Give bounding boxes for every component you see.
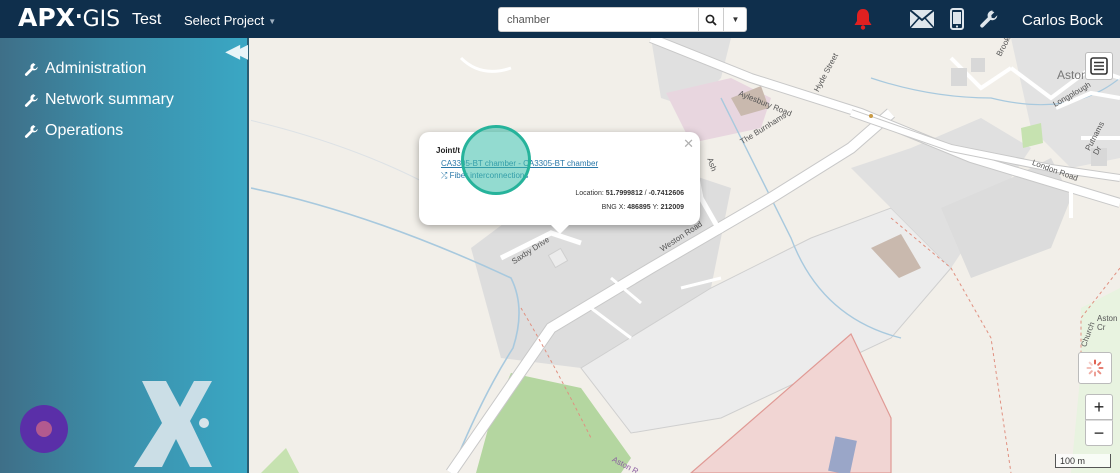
search-icon	[705, 14, 717, 26]
logo-text-gis: GIS	[82, 7, 121, 32]
feature-popup: ✕ Joint/t CA3305-BT chamber - CA3305-BT …	[419, 132, 700, 234]
double-chevron-left-icon: ◀◀	[226, 41, 248, 61]
shuffle-icon: ⤮	[441, 171, 448, 180]
bell-icon	[854, 9, 872, 30]
loading-spinner	[1078, 352, 1112, 384]
sidebar: ◀◀ Administration Network summary Operat…	[0, 38, 249, 473]
logo-dot: ·	[74, 4, 83, 28]
popup-title: Joint/t	[436, 146, 460, 155]
wrench-icon	[24, 124, 38, 138]
search-box: ▼	[498, 7, 747, 32]
mobile-button[interactable]	[948, 7, 966, 31]
layers-list-icon	[1090, 57, 1108, 75]
sidebar-item-label: Operations	[45, 122, 124, 139]
layers-button[interactable]	[1085, 52, 1113, 80]
sidebar-item-administration[interactable]: Administration	[24, 60, 146, 78]
location-readout: Location: 51.7999812 / -0.7412606	[575, 190, 684, 197]
search-button[interactable]	[698, 8, 723, 31]
sidebar-item-operations[interactable]: Operations	[24, 122, 123, 140]
select-project-label: Select Project	[184, 13, 265, 28]
wrench-icon	[24, 62, 38, 76]
close-icon: ✕	[683, 136, 694, 151]
settings-button[interactable]	[978, 7, 1000, 31]
mobile-phone-icon	[950, 8, 964, 30]
top-navbar: APX·GIS Test Select Project▼ ▼ Carlos Bo…	[0, 0, 1120, 38]
sidebar-item-label: Network summary	[45, 91, 174, 108]
zoom-out-button[interactable]: −	[1085, 420, 1113, 446]
spinner-icon	[1086, 359, 1104, 377]
latitude-value: 51.7999812	[605, 190, 643, 197]
alerts-button[interactable]	[850, 7, 876, 31]
bng-y-label: Y:	[652, 204, 659, 211]
logo-text: APX	[18, 3, 75, 32]
messages-button[interactable]	[908, 7, 936, 31]
map-label-aston: Aston	[1057, 68, 1088, 82]
envelope-icon	[909, 9, 935, 29]
search-input[interactable]	[499, 8, 699, 31]
zoom-in-button[interactable]: +	[1085, 394, 1113, 420]
longitude-value: -0.7412606	[648, 190, 684, 197]
collapse-sidebar-button[interactable]: ◀◀	[226, 41, 248, 62]
user-menu[interactable]: Carlos Bock	[1022, 12, 1103, 29]
sidebar-item-label: Administration	[45, 60, 147, 77]
selection-highlight-circle	[461, 125, 531, 195]
caret-down-icon: ▼	[731, 15, 740, 24]
map-label-aston-cr: Aston Cr	[1097, 314, 1118, 332]
sidebar-item-network-summary[interactable]: Network summary	[24, 91, 174, 109]
search-options-button[interactable]: ▼	[723, 8, 747, 31]
caret-down-icon: ▼	[268, 17, 277, 26]
select-project-dropdown[interactable]: Select Project ▼	[184, 13, 276, 28]
location-label: Location:	[575, 190, 604, 197]
project-name: Test	[132, 11, 162, 28]
apx-watermark-logo	[128, 377, 218, 473]
bng-x-value: 486895	[627, 204, 651, 211]
scale-bar: 100 m	[1055, 454, 1111, 468]
map-canvas[interactable]: Aylesbury Road Hyde Street The Burnhams …	[251, 38, 1120, 473]
floating-action-button[interactable]	[20, 405, 68, 453]
app-logo[interactable]: APX·GIS	[18, 3, 120, 32]
map-tiles	[251, 38, 1120, 473]
bng-x-label: BNG X:	[601, 204, 626, 211]
wrench-icon	[24, 93, 38, 107]
close-popup-button[interactable]: ✕	[683, 136, 694, 152]
bng-readout: BNG X: 486895 Y: 212009	[602, 204, 684, 211]
wrench-icon	[980, 10, 998, 28]
bng-y-value: 212009	[660, 204, 684, 211]
